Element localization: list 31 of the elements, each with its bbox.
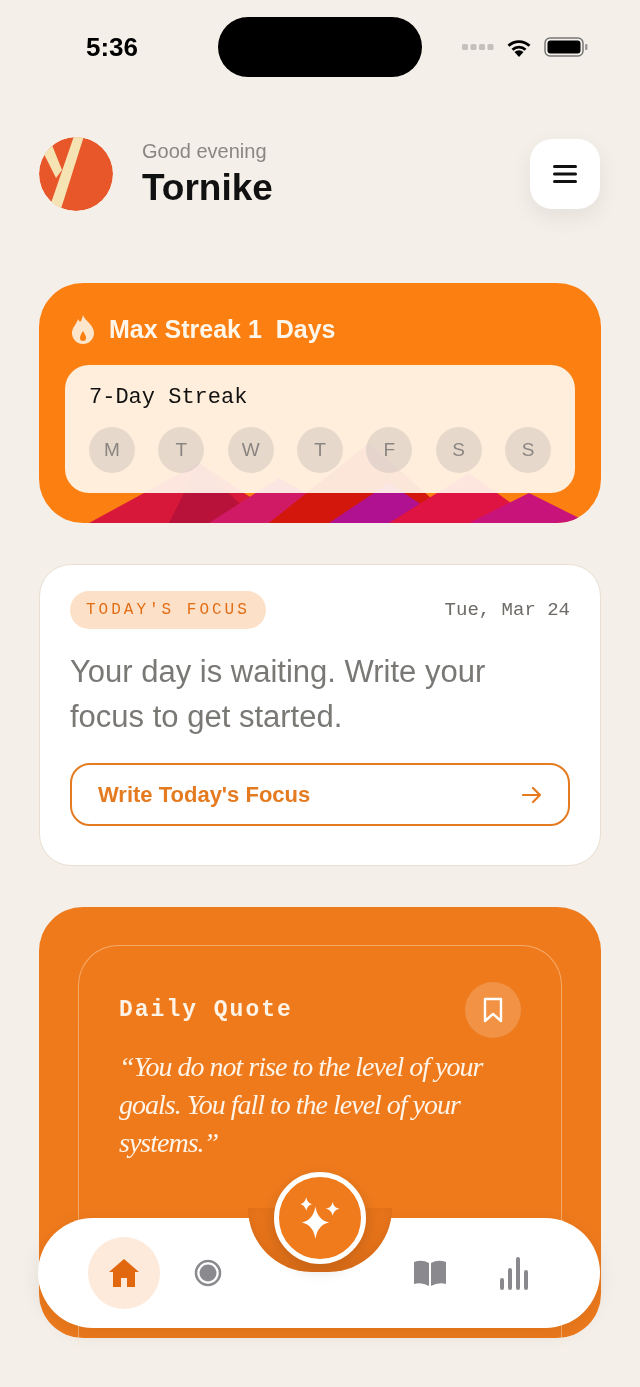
quote-title: Daily Quote <box>119 997 293 1023</box>
day-circle: S <box>435 427 482 473</box>
max-streak-title: Max Streak 1 Days <box>109 314 336 344</box>
status-time: 5:36 <box>86 31 140 63</box>
day-circle: T <box>297 427 343 473</box>
day-circle: F <box>366 427 413 473</box>
home-icon <box>108 1258 140 1288</box>
day-circle: W <box>227 427 274 473</box>
menu-icon <box>553 165 577 183</box>
bookmark-icon <box>483 997 503 1023</box>
streak-panel-title: 7-Day Streak <box>89 385 249 410</box>
menu-button[interactable] <box>530 139 600 209</box>
record-icon <box>194 1259 222 1287</box>
wifi-icon <box>506 37 532 57</box>
focus-date: Tue, Mar 24 <box>444 599 570 621</box>
write-focus-button[interactable]: Write Today's Focus <box>70 763 570 826</box>
day-circle: T <box>158 427 205 473</box>
quote-text: “You do not rise to the level of your goals. You fall to the level of your systems.” <box>119 1050 484 1160</box>
greeting-text: Good evening <box>142 139 268 163</box>
bookmark-button[interactable] <box>465 982 521 1038</box>
focus-badge: TODAY'S FOCUS <box>70 591 266 629</box>
battery-icon <box>544 37 588 57</box>
bar-chart-icon <box>499 1256 529 1290</box>
book-icon <box>413 1259 447 1287</box>
arrow-right-icon <box>522 785 542 804</box>
day-circle: S <box>504 427 551 473</box>
user-name: Tornike <box>142 166 273 209</box>
signal-icon <box>462 43 494 51</box>
flame-icon <box>71 314 95 344</box>
focus-prompt: Your day is waiting. Write your focus to get started. <box>70 653 487 736</box>
day-circle: M <box>89 427 135 473</box>
